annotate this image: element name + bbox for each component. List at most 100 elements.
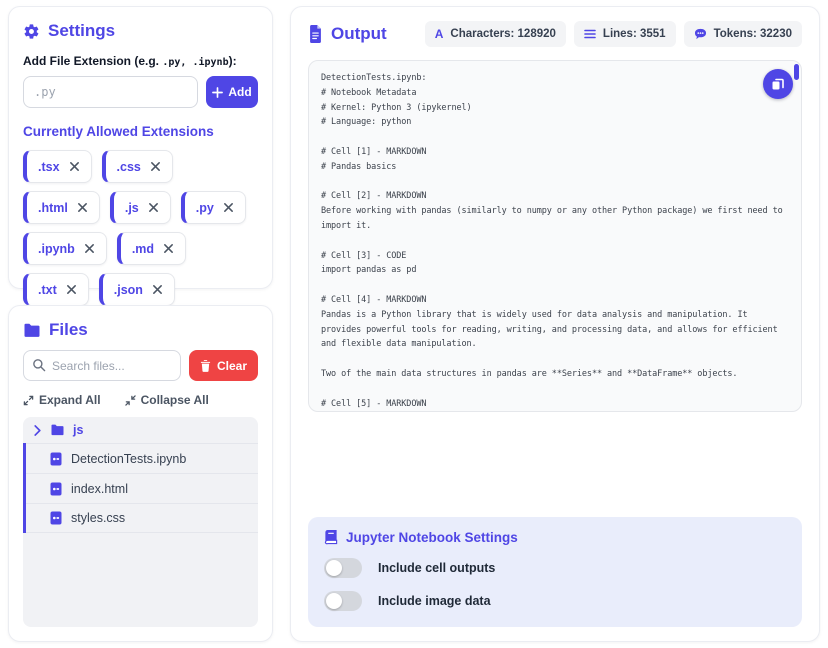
left-column: Settings Add File Extension (e.g. .py, .… xyxy=(8,6,273,642)
jupyter-settings-title: Jupyter Notebook Settings xyxy=(324,530,786,545)
extension-chip: .txt xyxy=(23,273,89,306)
extension-chip-label: .html xyxy=(38,201,68,215)
lines-badge-label: Lines: 3551 xyxy=(603,28,666,40)
extension-chip: .html xyxy=(23,191,100,224)
add-extension-button[interactable]: Add xyxy=(206,76,258,108)
output-title-text: Output xyxy=(331,24,387,44)
remove-extension-icon[interactable] xyxy=(223,202,234,213)
characters-badge: A Characters: 128920 xyxy=(425,21,566,47)
search-files-input[interactable] xyxy=(23,350,181,381)
output-title: Output xyxy=(308,24,387,44)
extension-chip: .js xyxy=(110,191,171,224)
lines-icon xyxy=(584,29,596,39)
folder-name: js xyxy=(73,423,83,437)
plus-icon xyxy=(212,87,223,98)
extension-chip-label: .ipynb xyxy=(38,242,75,256)
speech-bubble-icon xyxy=(694,28,707,40)
folder-icon xyxy=(23,323,41,338)
remove-extension-icon[interactable] xyxy=(148,202,159,213)
clear-files-button[interactable]: Clear xyxy=(189,350,258,381)
trash-icon xyxy=(200,359,211,372)
expand-all-button[interactable]: Expand All xyxy=(23,393,101,407)
tree-actions-row: Expand All Collapse All xyxy=(23,393,258,407)
remove-extension-icon[interactable] xyxy=(84,243,95,254)
file-icon xyxy=(50,452,62,466)
include-cell-outputs-toggle[interactable] xyxy=(324,558,362,578)
copy-icon xyxy=(771,77,785,91)
output-scrollbar-thumb[interactable] xyxy=(794,64,799,80)
tree-folder-js[interactable]: js xyxy=(23,417,258,443)
extension-chip: .ipynb xyxy=(23,232,107,265)
font-a-icon: A xyxy=(435,27,444,41)
tree-file-row[interactable]: index.html xyxy=(26,473,258,503)
characters-badge-label: Characters: 128920 xyxy=(450,28,556,40)
remove-extension-icon[interactable] xyxy=(66,284,77,295)
jupyter-settings-title-text: Jupyter Notebook Settings xyxy=(346,530,518,545)
chevron-right-icon xyxy=(33,425,42,436)
remove-extension-icon[interactable] xyxy=(150,161,161,172)
extension-chip-list: .tsx .css .html .js .py .ipynb .md .txt … xyxy=(23,150,258,306)
file-icon xyxy=(50,482,62,496)
files-title-text: Files xyxy=(49,320,88,340)
settings-title-text: Settings xyxy=(48,21,115,41)
tree-file-row[interactable]: DetectionTests.ipynb xyxy=(26,443,258,473)
output-viewer: DetectionTests.ipynb: # Notebook Metadat… xyxy=(308,60,802,412)
remove-extension-icon[interactable] xyxy=(77,202,88,213)
expand-all-label: Expand All xyxy=(39,393,101,407)
include-cell-outputs-label: Include cell outputs xyxy=(378,561,495,575)
search-field-wrap xyxy=(23,350,181,381)
add-extension-label: Add File Extension (e.g. .py, .ipynb): xyxy=(23,54,258,68)
toggle-knob xyxy=(326,593,342,609)
extension-chip-label: .js xyxy=(125,201,139,215)
tree-file-row[interactable]: styles.css xyxy=(26,503,258,533)
output-panel: Output A Characters: 128920 Lines: 3551 … xyxy=(290,6,820,642)
extension-chip-label: .md xyxy=(132,242,154,256)
collapse-all-button[interactable]: Collapse All xyxy=(125,393,209,407)
remove-extension-icon[interactable] xyxy=(163,243,174,254)
add-extension-label-suffix: ): xyxy=(229,54,237,68)
lines-badge: Lines: 3551 xyxy=(574,21,676,47)
toggle-row-image-data: Include image data xyxy=(324,591,786,611)
include-image-data-toggle[interactable] xyxy=(324,591,362,611)
extension-chip-label: .css xyxy=(117,160,141,174)
settings-panel: Settings Add File Extension (e.g. .py, .… xyxy=(8,6,273,289)
file-icon xyxy=(50,511,62,525)
extension-input[interactable] xyxy=(23,76,198,108)
clear-button-label: Clear xyxy=(217,359,247,373)
extension-chip-label: .json xyxy=(114,283,143,297)
book-icon xyxy=(324,530,338,545)
extension-chip: .py xyxy=(181,191,246,224)
extension-chip-label: .txt xyxy=(38,283,57,297)
file-name: index.html xyxy=(71,482,128,496)
right-column: Output A Characters: 128920 Lines: 3551 … xyxy=(290,6,820,642)
extension-chip-label: .tsx xyxy=(38,160,60,174)
include-image-data-label: Include image data xyxy=(378,594,491,608)
copy-output-button[interactable] xyxy=(763,69,793,99)
output-header: Output A Characters: 128920 Lines: 3551 … xyxy=(308,21,802,47)
file-name: styles.css xyxy=(71,511,125,525)
folder-icon xyxy=(50,424,65,436)
add-extension-row: Add xyxy=(23,76,258,108)
extension-chip: .tsx xyxy=(23,150,92,183)
expand-all-icon xyxy=(23,395,34,406)
file-tree: js DetectionTests.ipynb index.html style… xyxy=(23,417,258,627)
tree-file-group: DetectionTests.ipynb index.html styles.c… xyxy=(23,443,258,533)
add-extension-label-mono: .py, .ipynb xyxy=(162,57,228,68)
remove-extension-icon[interactable] xyxy=(69,161,80,172)
files-panel: Files Clear Expand All Collapse All xyxy=(8,305,273,642)
tokens-badge: Tokens: 32230 xyxy=(684,21,802,47)
extension-chip: .md xyxy=(117,232,186,265)
output-stats: A Characters: 128920 Lines: 3551 Tokens:… xyxy=(425,21,802,47)
remove-extension-icon[interactable] xyxy=(152,284,163,295)
allowed-extensions-heading: Currently Allowed Extensions xyxy=(23,124,258,139)
gear-icon xyxy=(23,23,40,40)
add-button-label: Add xyxy=(228,85,251,99)
extension-chip-label: .py xyxy=(196,201,214,215)
collapse-all-label: Collapse All xyxy=(141,393,209,407)
extension-chip: .json xyxy=(99,273,175,306)
add-extension-label-prefix: Add File Extension (e.g. xyxy=(23,54,162,68)
settings-title: Settings xyxy=(23,21,258,41)
tokens-badge-label: Tokens: 32230 xyxy=(714,28,792,40)
document-icon xyxy=(308,25,323,43)
file-name: DetectionTests.ipynb xyxy=(71,452,186,466)
